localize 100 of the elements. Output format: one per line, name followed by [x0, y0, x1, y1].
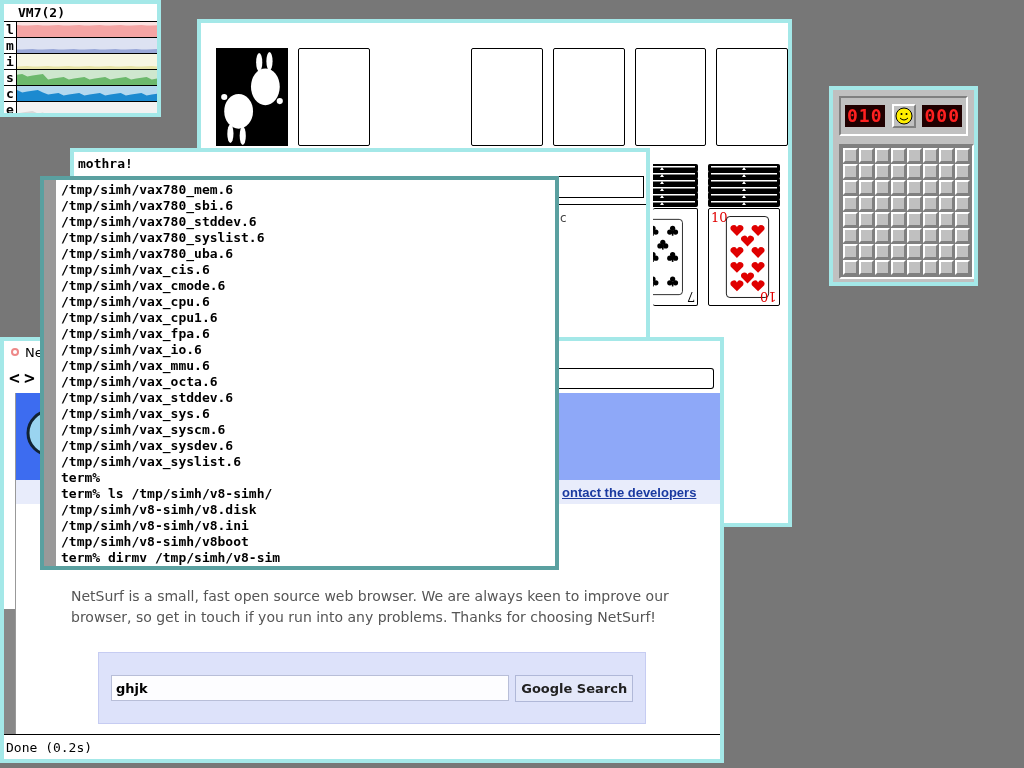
- mine-cell[interactable]: [859, 196, 874, 211]
- intro-paragraph: NetSurf is a small, fast open source web browser. We are always keen to improve our browser, so get in touch if you run into any problems. Thanks for choosing NetSurf!: [71, 587, 670, 627]
- mine-cell[interactable]: [875, 244, 890, 259]
- mine-cell[interactable]: [891, 212, 906, 227]
- search-button[interactable]: Google Search: [515, 674, 633, 702]
- mine-cell[interactable]: [907, 212, 922, 227]
- mine-cell[interactable]: [891, 196, 906, 211]
- back-button[interactable]: <: [8, 368, 21, 388]
- foundation-slot[interactable]: [716, 48, 788, 146]
- terminal-line: /tmp/simh/v8-simh/v8boot: [61, 534, 250, 550]
- foundation-slot[interactable]: [471, 48, 543, 146]
- mine-cell[interactable]: [875, 148, 890, 163]
- search-field[interactable]: ghjk: [111, 675, 510, 701]
- mine-cell[interactable]: [859, 228, 874, 243]
- mine-cell[interactable]: [907, 244, 922, 259]
- terminal-line: /tmp/simh/vax780_stddev.6: [61, 214, 258, 230]
- mine-cell[interactable]: [875, 228, 890, 243]
- mine-cell[interactable]: [859, 180, 874, 195]
- mine-cell[interactable]: [955, 180, 970, 195]
- mine-cell[interactable]: [843, 196, 858, 211]
- mine-cell[interactable]: [843, 180, 858, 195]
- mine-cell[interactable]: [955, 148, 970, 163]
- scrollbar[interactable]: [44, 180, 56, 566]
- terminal-line: term%: [61, 470, 102, 486]
- app-icon: [10, 347, 20, 357]
- mine-cell[interactable]: [923, 260, 938, 275]
- mine-cell[interactable]: [939, 164, 954, 179]
- mine-cell[interactable]: [923, 196, 938, 211]
- mine-cell[interactable]: [907, 148, 922, 163]
- mine-cell[interactable]: [843, 164, 858, 179]
- mine-cell[interactable]: [939, 244, 954, 259]
- terminal-line: /tmp/simh/vax780_syslist.6: [61, 230, 266, 246]
- mine-cell[interactable]: [843, 212, 858, 227]
- mine-cell[interactable]: [843, 148, 858, 163]
- mine-cell[interactable]: [907, 164, 922, 179]
- terminal-line: /tmp/simh/vax_mmu.6: [61, 358, 211, 374]
- mine-cell[interactable]: [891, 148, 906, 163]
- mine-cell[interactable]: [843, 244, 858, 259]
- mine-cell[interactable]: [955, 196, 970, 211]
- window-title: VM7(2): [4, 4, 157, 22]
- timer: 000: [922, 105, 962, 127]
- mine-cell[interactable]: [875, 196, 890, 211]
- terminal-line: /tmp/simh/vax_syslist.6: [61, 454, 242, 470]
- mine-cell[interactable]: [891, 164, 906, 179]
- mine-cell[interactable]: [875, 180, 890, 195]
- mine-cell[interactable]: [907, 228, 922, 243]
- card-stack-drawing: [708, 164, 780, 210]
- terminal-line: /tmp/simh/vax_cis.6: [61, 262, 211, 278]
- mine-cell[interactable]: [859, 148, 874, 163]
- mine-cell[interactable]: [907, 180, 922, 195]
- mine-cell[interactable]: [891, 180, 906, 195]
- mine-cell[interactable]: [955, 164, 970, 179]
- terminal-line: /tmp/simh/vax_io.6: [61, 342, 203, 358]
- mine-cell[interactable]: [859, 260, 874, 275]
- terminal-line: /tmp/simh/vax_cpu1.6: [61, 310, 219, 326]
- mine-cell[interactable]: [875, 212, 890, 227]
- mine-cell[interactable]: [955, 260, 970, 275]
- waste-slot[interactable]: [298, 48, 370, 146]
- playing-card[interactable]: 7: [653, 208, 698, 306]
- forward-button[interactable]: >: [23, 368, 36, 388]
- smiley-button[interactable]: [891, 104, 916, 128]
- mine-cell[interactable]: [955, 212, 970, 227]
- mine-cell[interactable]: [955, 244, 970, 259]
- mine-cell[interactable]: [859, 164, 874, 179]
- mine-cell[interactable]: [923, 148, 938, 163]
- mine-cell[interactable]: [939, 196, 954, 211]
- mine-cell[interactable]: [891, 228, 906, 243]
- mine-cell[interactable]: [939, 180, 954, 195]
- mine-cell[interactable]: [875, 260, 890, 275]
- mine-cell[interactable]: [891, 244, 906, 259]
- mine-cell[interactable]: [875, 164, 890, 179]
- mine-cell[interactable]: [939, 212, 954, 227]
- terminal-line: /tmp/simh/vax_sys.6: [61, 406, 211, 422]
- mine-cell[interactable]: [843, 260, 858, 275]
- terminal-line: /tmp/simh/vax780_sbi.6: [61, 198, 235, 214]
- terminal-line: /tmp/simh/vax_sysdev.6: [61, 438, 235, 454]
- mine-cell[interactable]: [923, 164, 938, 179]
- card-rank: 10: [760, 290, 777, 303]
- smiley-icon: [894, 107, 913, 125]
- mine-cell[interactable]: [891, 260, 906, 275]
- mine-cell[interactable]: [923, 180, 938, 195]
- mine-cell[interactable]: [923, 212, 938, 227]
- page-text: c: [560, 211, 567, 225]
- mine-cell[interactable]: [907, 196, 922, 211]
- mine-cell[interactable]: [923, 228, 938, 243]
- mine-cell[interactable]: [939, 260, 954, 275]
- foundation-slot[interactable]: [634, 48, 707, 146]
- mine-cell[interactable]: [923, 244, 938, 259]
- playing-card[interactable]: 10 10: [708, 208, 780, 306]
- mine-cell[interactable]: [843, 228, 858, 243]
- mine-cell[interactable]: [859, 244, 874, 259]
- scrollbar[interactable]: [4, 393, 16, 734]
- foundation-slot[interactable]: [552, 48, 625, 146]
- mine-cell[interactable]: [907, 260, 922, 275]
- mine-cell[interactable]: [955, 228, 970, 243]
- mine-cell[interactable]: [939, 228, 954, 243]
- nav-link[interactable]: ontact the developers: [562, 484, 697, 500]
- terminal-line: term% dirmv /tmp/simh/v8-sim: [61, 550, 281, 566]
- mine-cell[interactable]: [859, 212, 874, 227]
- mine-cell[interactable]: [939, 148, 954, 163]
